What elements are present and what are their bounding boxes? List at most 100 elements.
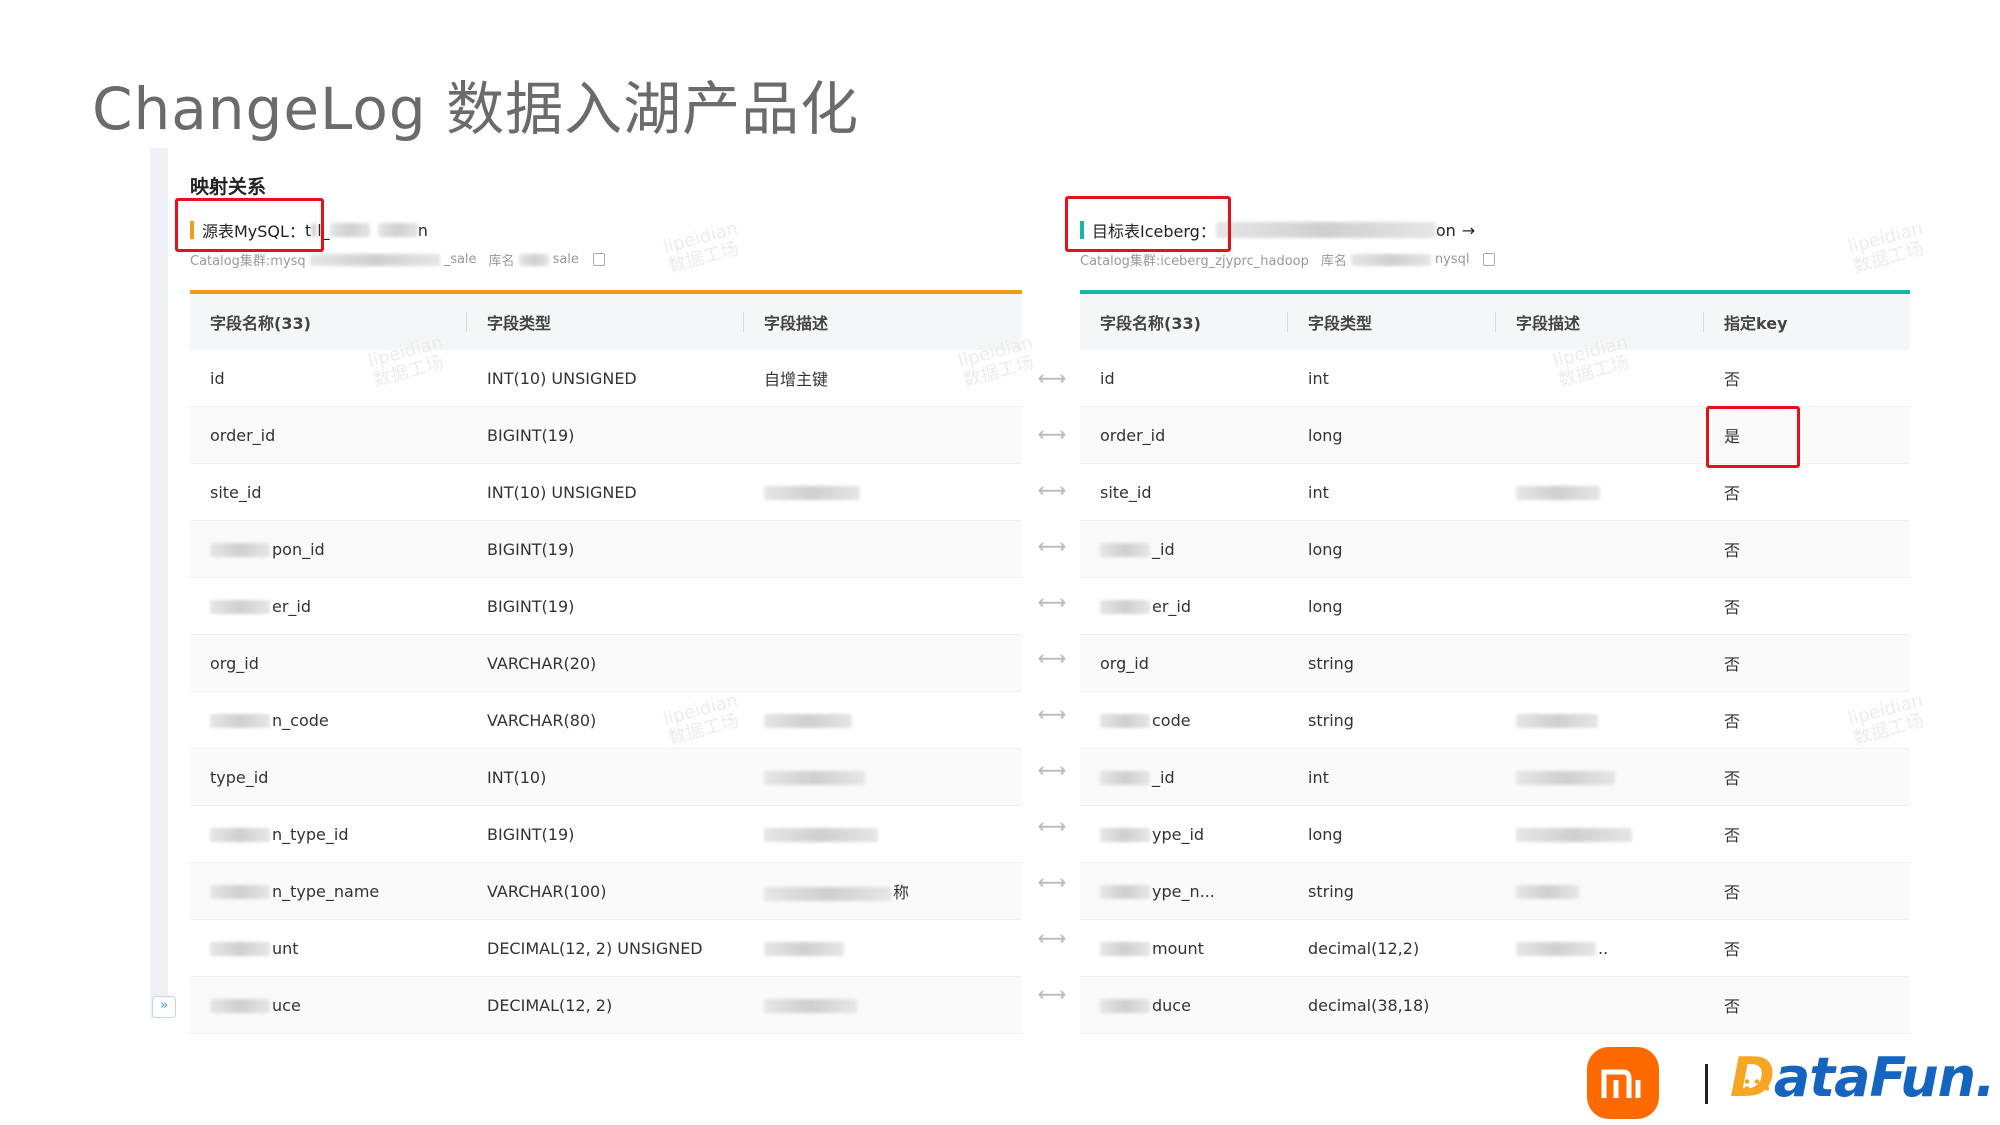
field-type: INT(10) UNSIGNED: [467, 463, 744, 521]
table-row[interactable]: code string 否: [1080, 691, 1910, 749]
table-row[interactable]: er_id BIGINT(19): [190, 577, 1022, 635]
table-row[interactable]: _id int 否: [1080, 748, 1910, 806]
field-name: id: [1080, 350, 1288, 407]
table-row[interactable]: pon_id BIGINT(19): [190, 520, 1022, 578]
key-flag[interactable]: 否: [1704, 748, 1910, 806]
table-row[interactable]: ype_id long 否: [1080, 805, 1910, 863]
mapping-arrow-icon: ⟷: [1037, 926, 1067, 950]
col-field-name: 字段名称(33): [190, 292, 467, 350]
field-name: code: [1080, 691, 1288, 749]
field-type: DECIMAL(12, 2) UNSIGNED: [467, 919, 744, 977]
datafun-logo: DataFun.: [1730, 1046, 1996, 1109]
table-row[interactable]: duce decimal(38,18) 否: [1080, 976, 1910, 1034]
table-row[interactable]: org_id VARCHAR(20): [190, 634, 1022, 692]
field-type: string: [1288, 691, 1496, 749]
field-name: site_id: [1080, 463, 1288, 521]
mapping-arrow-icon: ⟷: [1037, 702, 1067, 726]
target-meta: Catalog集群:iceberg_zjyprc_hadoop 库名 nysql: [1080, 250, 1496, 269]
field-desc: [744, 577, 1022, 635]
col-field-type: 字段类型: [467, 292, 744, 350]
source-table-name: n: [417, 220, 428, 240]
table-row[interactable]: unt DECIMAL(12, 2) UNSIGNED: [190, 919, 1022, 977]
target-field-table: 字段名称(33) 字段类型 字段描述 指定key id int 否 order_id l…: [1080, 290, 1910, 1034]
field-desc: [1496, 463, 1704, 521]
table-row[interactable]: mount decimal(12,2).. 否: [1080, 919, 1910, 977]
col-field-name: 字段名称(33): [1080, 292, 1288, 350]
mapping-arrow-icon: ⟷: [1037, 646, 1067, 670]
key-flag[interactable]: 否: [1704, 463, 1910, 521]
field-type: INT(10): [467, 748, 744, 806]
field-name: id: [190, 350, 467, 407]
table-row[interactable]: uce DECIMAL(12, 2): [190, 976, 1022, 1034]
key-flag[interactable]: 否: [1704, 350, 1910, 407]
field-desc: [1496, 350, 1704, 407]
table-row[interactable]: id int 否: [1080, 350, 1910, 407]
table-row[interactable]: _id long 否: [1080, 520, 1910, 578]
xiaomi-logo: [1587, 1047, 1659, 1119]
mapping-section-title: 映射关系: [190, 176, 267, 198]
field-desc: 称: [744, 862, 1022, 920]
field-type: DECIMAL(12, 2): [467, 976, 744, 1034]
field-name: unt: [190, 919, 467, 977]
field-type: VARCHAR(20): [467, 634, 744, 692]
field-name: pon_id: [190, 520, 467, 578]
field-desc: [744, 406, 1022, 464]
source-meta: Catalog集群:mysq _sale 库名 sale: [190, 250, 605, 269]
field-type: int: [1288, 463, 1496, 521]
field-type: string: [1288, 634, 1496, 692]
table-row[interactable]: org_id string 否: [1080, 634, 1910, 692]
table-row[interactable]: n_type_name VARCHAR(100) 称: [190, 862, 1022, 920]
col-field-desc: 字段描述: [744, 292, 1022, 350]
highlight-key-box: [1706, 406, 1800, 468]
key-flag[interactable]: 否: [1704, 805, 1910, 863]
table-row[interactable]: order_id BIGINT(19): [190, 406, 1022, 464]
field-name: n_type_id: [190, 805, 467, 863]
field-desc: [744, 919, 1022, 977]
field-desc: [1496, 691, 1704, 749]
field-desc: ..: [1496, 919, 1704, 977]
copy-icon[interactable]: [1483, 253, 1496, 266]
field-desc: [744, 748, 1022, 806]
field-type: BIGINT(19): [467, 520, 744, 578]
table-row[interactable]: n_code VARCHAR(80): [190, 691, 1022, 749]
table-row[interactable]: site_id int 否: [1080, 463, 1910, 521]
mapping-arrow-icon: ⟷: [1037, 870, 1067, 894]
field-name: _id: [1080, 748, 1288, 806]
highlight-target-box: [1065, 196, 1231, 252]
field-desc: [1496, 520, 1704, 578]
target-link-arrow-icon[interactable]: →: [1462, 221, 1475, 240]
key-flag[interactable]: 否: [1704, 691, 1910, 749]
logo-divider: [1705, 1064, 1708, 1104]
field-name: er_id: [1080, 577, 1288, 635]
key-flag[interactable]: 否: [1704, 919, 1910, 977]
col-key: 指定key: [1704, 292, 1910, 350]
key-flag[interactable]: 否: [1704, 577, 1910, 635]
field-name: ype_n...: [1080, 862, 1288, 920]
table-row[interactable]: er_id long 否: [1080, 577, 1910, 635]
copy-icon[interactable]: [592, 253, 605, 266]
field-name: n_type_name: [190, 862, 467, 920]
table-row[interactable]: id INT(10) UNSIGNED 自增主键: [190, 350, 1022, 407]
mapping-arrow-icon: ⟷: [1037, 534, 1067, 558]
field-type: long: [1288, 805, 1496, 863]
highlight-source-box: [175, 198, 324, 252]
field-name: duce: [1080, 976, 1288, 1034]
field-desc: [1496, 748, 1704, 806]
table-row[interactable]: type_id INT(10): [190, 748, 1022, 806]
table-row[interactable]: site_id INT(10) UNSIGNED: [190, 463, 1022, 521]
key-flag[interactable]: 否: [1704, 520, 1910, 578]
table-row[interactable]: n_type_id BIGINT(19): [190, 805, 1022, 863]
table-row[interactable]: ype_n... string 否: [1080, 862, 1910, 920]
key-flag[interactable]: 否: [1704, 634, 1910, 692]
mapping-arrow-icon: ⟷: [1037, 758, 1067, 782]
field-type: long: [1288, 406, 1496, 464]
key-flag[interactable]: 否: [1704, 976, 1910, 1034]
mapping-arrow-icon: ⟷: [1037, 982, 1067, 1006]
target-table-name: on: [1435, 220, 1456, 240]
mapping-arrow-icon: ⟷: [1037, 590, 1067, 614]
field-type: decimal(12,2): [1288, 919, 1496, 977]
expand-sidebar-button[interactable]: »: [152, 996, 176, 1018]
field-name: _id: [1080, 520, 1288, 578]
key-flag[interactable]: 否: [1704, 862, 1910, 920]
field-type: long: [1288, 577, 1496, 635]
